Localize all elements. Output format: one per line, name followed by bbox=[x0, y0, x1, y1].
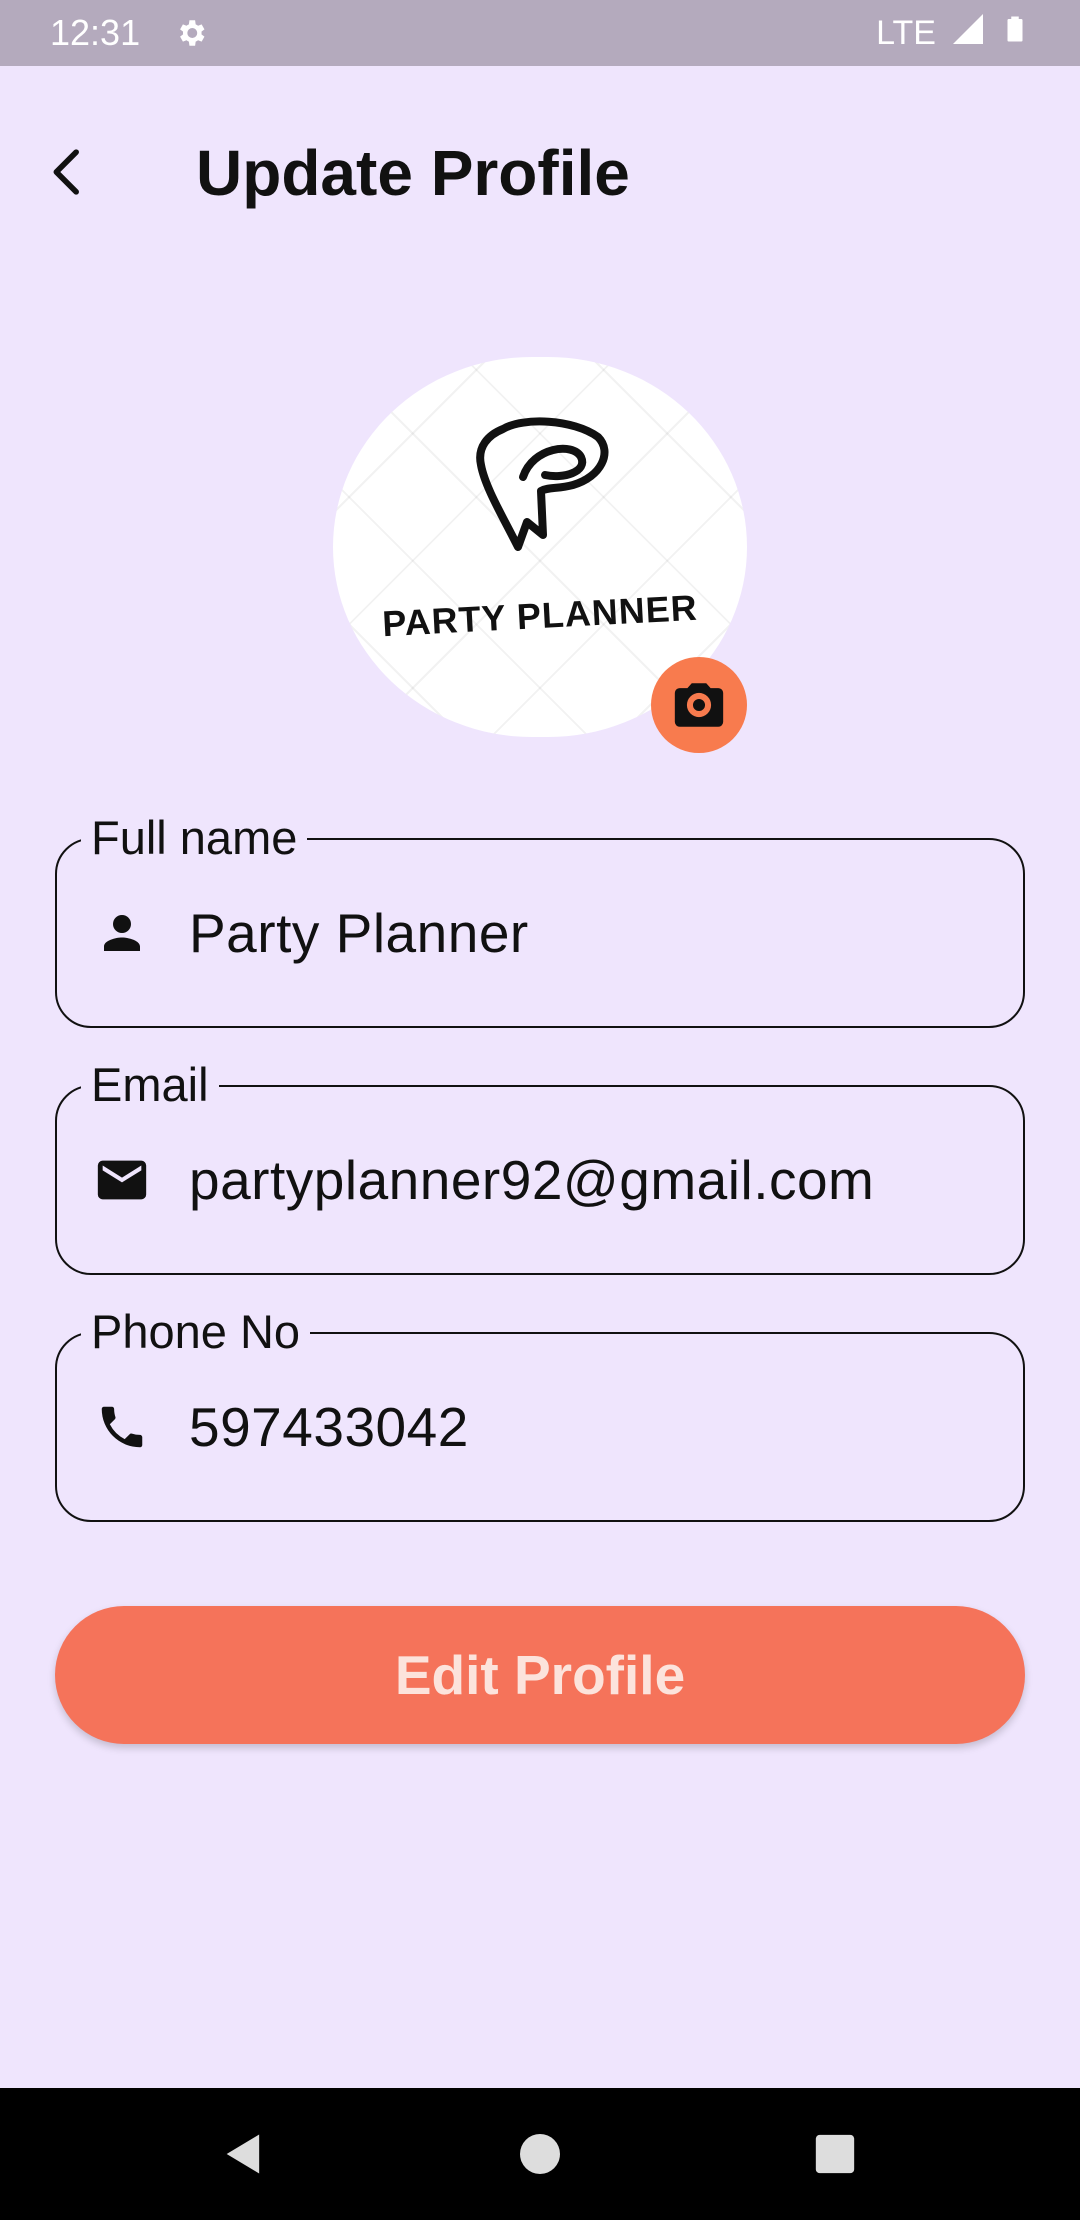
settings-gear-icon bbox=[174, 16, 208, 50]
full-name-input[interactable] bbox=[189, 900, 989, 966]
party-planner-logo-icon bbox=[476, 417, 609, 551]
back-button[interactable] bbox=[38, 142, 98, 202]
profile-avatar-section: PARTY PLANNER bbox=[333, 357, 747, 753]
circle-home-icon bbox=[520, 2134, 560, 2174]
status-bar: 12:31 LTE bbox=[0, 0, 1080, 66]
camera-icon bbox=[674, 683, 724, 727]
full-name-field[interactable]: Full name bbox=[55, 810, 1025, 1028]
nav-home-button[interactable] bbox=[510, 2124, 570, 2184]
edit-profile-label: Edit Profile bbox=[394, 1644, 686, 1706]
change-photo-button[interactable] bbox=[651, 657, 747, 753]
nav-recents-button[interactable] bbox=[805, 2124, 865, 2184]
phone-field[interactable]: Phone No bbox=[55, 1304, 1025, 1522]
square-recents-icon bbox=[815, 2134, 855, 2174]
phone-icon bbox=[93, 1398, 151, 1456]
status-time: 12:31 bbox=[50, 12, 141, 53]
battery-icon bbox=[1000, 11, 1030, 56]
triangle-back-icon bbox=[226, 2134, 260, 2174]
full-name-label: Full name bbox=[81, 810, 308, 866]
email-field[interactable]: Email bbox=[55, 1057, 1025, 1275]
chevron-left-icon bbox=[53, 149, 79, 195]
email-label: Email bbox=[81, 1057, 219, 1113]
email-input[interactable] bbox=[189, 1147, 989, 1213]
nav-back-button[interactable] bbox=[214, 2124, 274, 2184]
edit-profile-button[interactable]: Edit Profile bbox=[55, 1606, 1025, 1744]
network-type: LTE bbox=[876, 13, 936, 52]
phone-input[interactable] bbox=[189, 1394, 989, 1460]
signal-icon bbox=[950, 11, 986, 56]
phone-label: Phone No bbox=[81, 1304, 311, 1360]
mail-icon bbox=[93, 1151, 151, 1209]
system-nav-bar bbox=[0, 2088, 1080, 2220]
page-title: Update Profile bbox=[196, 137, 630, 209]
app-bar: Update Profile bbox=[0, 66, 1080, 286]
person-icon bbox=[93, 904, 151, 962]
